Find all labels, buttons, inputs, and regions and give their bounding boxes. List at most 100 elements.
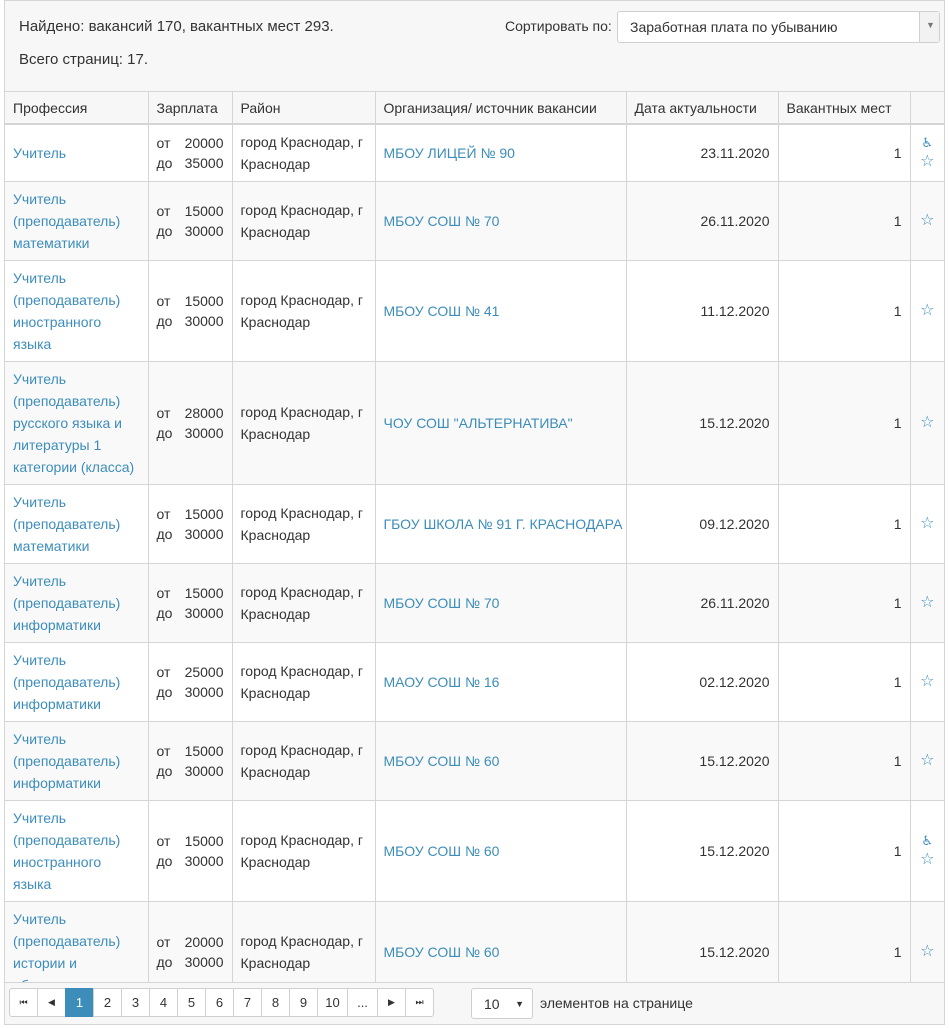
next-page-icon[interactable]: ▶: [377, 988, 406, 1017]
organization-link[interactable]: ГБОУ ШКОЛА № 91 Г. КРАСНОДАРА: [384, 516, 623, 532]
column-header-district[interactable]: Район: [232, 92, 376, 125]
star-outline-icon[interactable]: ☆: [919, 942, 937, 962]
salary-to: 30000: [184, 684, 224, 700]
table-row[interactable]: Учитель (преподаватель) информатики от 250…: [5, 642, 944, 722]
star-outline-icon[interactable]: ☆: [919, 152, 937, 172]
profession-link[interactable]: Учитель (преподаватель) математики: [13, 191, 120, 251]
page-button[interactable]: 1: [65, 988, 94, 1017]
page-button[interactable]: 6: [205, 988, 234, 1017]
profession-cell: Учитель (преподаватель) русского языка и…: [5, 361, 149, 485]
profession-link[interactable]: Учитель (преподаватель) русского языка и…: [13, 371, 134, 475]
last-page-icon[interactable]: ⏭: [405, 988, 434, 1017]
organization-link[interactable]: МБОУ СОШ № 41: [384, 303, 500, 319]
star-outline-icon[interactable]: ☆: [919, 413, 937, 433]
profession-link[interactable]: Учитель (преподаватель) информатики: [13, 731, 120, 791]
page-size-select[interactable]: 10 ▼: [471, 988, 533, 1019]
star-outline-icon[interactable]: ☆: [919, 514, 937, 534]
chevron-down-icon: ▼: [515, 999, 524, 1009]
organization-link[interactable]: МАОУ СОШ № 16: [384, 674, 500, 690]
organization-cell: ЧОУ СОШ "АЛЬТЕРНАТИВА": [375, 361, 627, 485]
organization-link[interactable]: МБОУ СОШ № 70: [384, 213, 500, 229]
profession-cell: Учитель: [5, 124, 149, 182]
column-header-organization[interactable]: Организация/ источник вакансии: [375, 92, 627, 125]
organization-cell: МБОУ СОШ № 60: [375, 721, 627, 801]
table-row[interactable]: Учитель (преподаватель) информатики от 150…: [5, 721, 944, 801]
salary-cell: от 15000 до 30000: [148, 563, 233, 643]
column-header-vacancies[interactable]: Вакантных мест: [778, 92, 911, 125]
star-outline-icon[interactable]: ☆: [919, 751, 937, 771]
profession-cell: Учитель (преподаватель) информатики: [5, 642, 149, 722]
page-button[interactable]: 2: [93, 988, 122, 1017]
salary-to: 30000: [184, 605, 224, 621]
profession-link[interactable]: Учитель (преподаватель) иностранного язы…: [13, 810, 120, 892]
organization-link[interactable]: ЧОУ СОШ "АЛЬТЕРНАТИВА": [384, 415, 573, 431]
profession-link[interactable]: Учитель (преподаватель) информатики: [13, 652, 120, 712]
first-page-icon[interactable]: ⏮: [9, 988, 38, 1017]
actions-cell: ☆: [910, 721, 944, 801]
salary-from-label: от: [156, 203, 171, 219]
organization-cell: МБОУ ЛИЦЕЙ № 90: [375, 124, 627, 182]
actions-cell: ☆: [910, 181, 944, 261]
profession-link[interactable]: Учитель: [13, 145, 66, 161]
organization-link[interactable]: МБОУ СОШ № 70: [384, 595, 500, 611]
district-cell: город Краснодар, г Краснодар: [232, 361, 376, 485]
star-outline-icon[interactable]: ☆: [919, 593, 937, 613]
table-row[interactable]: Учитель (преподаватель) математики от 1500…: [5, 484, 944, 564]
sort-dropdown-toggle[interactable]: ▼: [919, 12, 939, 42]
page-button[interactable]: 8: [261, 988, 290, 1017]
star-outline-icon[interactable]: ☆: [919, 301, 937, 321]
salary-from: 15000: [184, 293, 224, 309]
sort-select[interactable]: Заработная плата по убыванию ▼: [617, 11, 940, 43]
salary-cell: от 15000 до 30000: [148, 484, 233, 564]
table-row[interactable]: Учитель от 20000 до 35000 город Краснодар, г …: [5, 124, 944, 182]
salary-from: 15000: [184, 203, 224, 219]
salary-to-label: до: [156, 605, 173, 621]
table-row[interactable]: Учитель (преподаватель) математики от 1500…: [5, 181, 944, 261]
salary-from-label: от: [156, 833, 171, 849]
salary-to: 30000: [184, 763, 224, 779]
salary-to: 30000: [184, 223, 224, 239]
organization-cell: МБОУ СОШ № 41: [375, 260, 627, 362]
table-row[interactable]: Учитель (преподаватель) иностранного язы…: [5, 260, 944, 362]
salary-to: 30000: [184, 313, 224, 329]
actions-cell: ☆: [910, 642, 944, 722]
page-button[interactable]: 9: [289, 988, 318, 1017]
vacancy-count-cell: 1: [778, 484, 911, 564]
district-cell: город Краснодар, г Краснодар: [232, 124, 376, 182]
results-summary: Найдено: вакансий 170, вакантных мест 29…: [19, 18, 334, 35]
pager-ellipsis[interactable]: ...: [347, 988, 378, 1017]
profession-link[interactable]: Учитель (преподаватель) информатики: [13, 573, 120, 633]
page-button[interactable]: 10: [317, 988, 348, 1017]
page-button[interactable]: 3: [121, 988, 150, 1017]
actions-cell: ♿ ☆: [910, 124, 944, 182]
profession-link[interactable]: Учитель (преподаватель) истории и общест…: [13, 911, 121, 993]
page-button[interactable]: 5: [177, 988, 206, 1017]
vacancy-count-cell: 1: [778, 181, 911, 261]
organization-link[interactable]: МБОУ СОШ № 60: [384, 944, 500, 960]
profession-link[interactable]: Учитель (преподаватель) иностранного язы…: [13, 270, 120, 352]
organization-cell: МАОУ СОШ № 16: [375, 642, 627, 722]
page-button[interactable]: 7: [233, 988, 262, 1017]
organization-cell: МБОУ СОШ № 60: [375, 800, 627, 902]
table-row[interactable]: Учитель (преподаватель) информатики от 150…: [5, 563, 944, 643]
prev-page-icon[interactable]: ◀: [37, 988, 66, 1017]
salary-to: 30000: [184, 853, 224, 869]
column-header-actions: [910, 92, 944, 125]
column-header-profession[interactable]: Профессия: [5, 92, 149, 125]
star-outline-icon[interactable]: ☆: [919, 211, 937, 231]
organization-link[interactable]: МБОУ СОШ № 60: [384, 843, 500, 859]
organization-link[interactable]: МБОУ ЛИЦЕЙ № 90: [384, 145, 515, 161]
salary-to: 30000: [184, 526, 224, 542]
star-outline-icon[interactable]: ☆: [919, 672, 937, 692]
salary-cell: от 28000 до 30000: [148, 361, 233, 485]
table-row[interactable]: Учитель (преподаватель) русского языка и…: [5, 361, 944, 485]
results-header: Найдено: вакансий 170, вакантных мест 29…: [5, 1, 944, 92]
profession-link[interactable]: Учитель (преподаватель) математики: [13, 494, 120, 554]
table-row[interactable]: Учитель (преподаватель) иностранного язы…: [5, 800, 944, 902]
column-header-date[interactable]: Дата актуальности: [626, 92, 779, 125]
organization-link[interactable]: МБОУ СОШ № 60: [384, 753, 500, 769]
star-outline-icon[interactable]: ☆: [919, 850, 937, 870]
salary-to: 35000: [184, 155, 224, 171]
column-header-salary[interactable]: Зарплата: [148, 92, 233, 125]
page-button[interactable]: 4: [149, 988, 178, 1017]
